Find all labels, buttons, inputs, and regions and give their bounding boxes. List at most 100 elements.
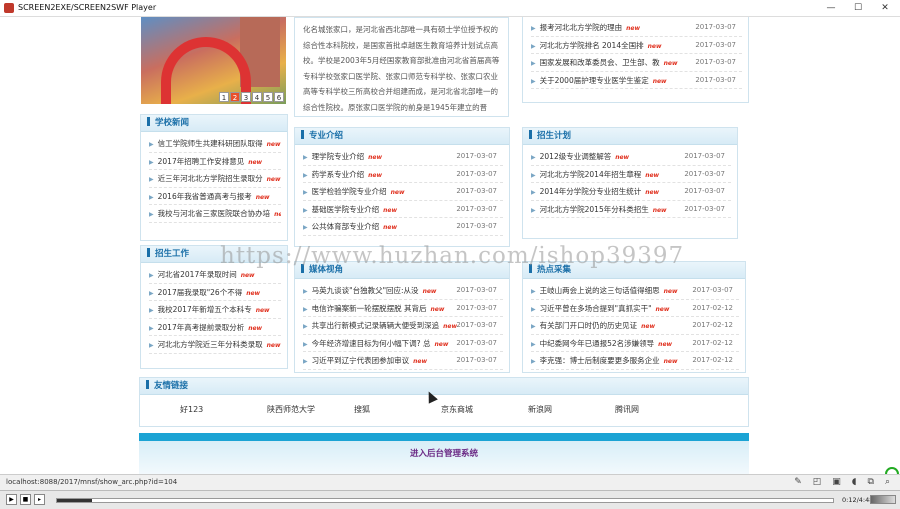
school-news-list: ▶ 信工学院师生共建科研团队取得 new ▶ 2017年招聘工作安排意见 new ▶ 近三年河… <box>141 132 287 223</box>
list-item[interactable]: ▶ 近三年河北北方学院招生录取分 new <box>149 170 281 188</box>
layout-icon[interactable]: ▣ <box>832 477 841 487</box>
friend-link[interactable]: 搜狐 <box>354 404 441 415</box>
audio-icon[interactable]: ◖ <box>852 477 857 487</box>
new-badge: new <box>430 305 445 313</box>
item-title[interactable]: 2012级专业调整解答 <box>540 152 612 161</box>
item-title[interactable]: 共享出行新模式记录辆辆大便受到深追 <box>312 321 440 330</box>
item-title[interactable]: 有关部门开口时仍的历史见证 <box>540 321 638 330</box>
item-title[interactable]: 中纪委网今年已通报52名涉嫌领导 <box>540 339 655 348</box>
progress-slider[interactable] <box>56 498 834 503</box>
list-item[interactable]: ▶ 我校2017年新增五个本科专 new <box>149 301 281 319</box>
item-title[interactable]: 医学检验学院专业介绍 <box>312 187 387 196</box>
item-title[interactable]: 基础医学院专业介绍 <box>312 205 380 214</box>
item-date: 2017-03-07 <box>456 222 497 230</box>
list-item[interactable]: ▶ 电信诈骗案新一轮摆脱摆脱 其背后 new 2017-03-07 <box>303 300 503 317</box>
item-title[interactable]: 药学系专业介绍 <box>312 170 365 179</box>
list-item[interactable]: ▶ 2017年招聘工作安排意见 new <box>149 153 281 170</box>
list-item[interactable]: ▶ 马英九谈谈"台独教父"回应:从没 new 2017-03-07 <box>303 282 503 300</box>
list-item[interactable]: ▶ 报考河北北方学院的理由 new 2017-03-07 <box>531 19 742 37</box>
camera-icon[interactable]: ◰ <box>813 477 822 487</box>
skip-icon[interactable]: ▸ <box>34 494 45 505</box>
list-item[interactable]: ▶ 我校与河北省三家医院联合协办培new <box>149 205 281 223</box>
slide-page-button[interactable]: 2 <box>230 92 240 102</box>
list-item[interactable]: ▶ 今年经济增速目标为何小幅下调? 总 new 2017-03-07 <box>303 335 503 352</box>
list-item[interactable]: ▶ 王岐山两会上说的这三句话值得细思 new 2017-03-07 <box>531 282 739 300</box>
list-item[interactable]: ▶ 有关部门开口时仍的历史见证 new 2017-02-12 <box>531 317 739 335</box>
campus-slideshow[interactable]: 123456 <box>141 17 286 104</box>
item-title[interactable]: 今年经济增速目标为何小幅下调? 总 <box>312 339 431 348</box>
item-title[interactable]: 王岐山两会上说的这三句话值得细思 <box>540 286 660 295</box>
list-item[interactable]: ▶ 公共体育部专业介绍 new 2017-03-07 <box>303 218 503 236</box>
item-title[interactable]: 2016年我省普通高考与报考 <box>158 192 252 201</box>
window-icon[interactable]: ⧉ <box>868 477 874 487</box>
item-title[interactable]: 2017届我录取"26个不得 <box>158 288 243 297</box>
list-item[interactable]: ▶ 理学院专业介绍 new 2017-03-07 <box>303 148 503 166</box>
slide-page-button[interactable]: 6 <box>274 92 284 102</box>
zoom-icon[interactable]: ⌕ <box>885 477 890 487</box>
minimize-button[interactable]: — <box>818 1 844 15</box>
friend-links-panel: 友情链接 好123 陕西师范大学 搜狐 京东商城 新浪网 腾讯网 <box>139 377 749 427</box>
item-title[interactable]: 国家发展和改革委员会、卫生部、教 <box>540 58 660 67</box>
item-date: 2017-03-07 <box>456 187 497 195</box>
list-item[interactable]: ▶ 河北北方学院排名 2014全国排 new 2017-03-07 <box>531 37 742 54</box>
list-item[interactable]: ▶ 共享出行新模式记录辆辆大便受到深追 new 2017-03-07 <box>303 317 503 335</box>
friend-link[interactable]: 腾讯网 <box>615 404 702 415</box>
slide-page-button[interactable]: 3 <box>241 92 251 102</box>
friend-link[interactable]: 京东商城 <box>441 404 528 415</box>
volume-slider[interactable] <box>870 495 896 504</box>
item-title[interactable]: 电信诈骗案新一轮摆脱摆脱 其背后 <box>312 304 427 313</box>
list-item[interactable]: ▶ 药学系专业介绍 new 2017-03-07 <box>303 166 503 183</box>
list-item[interactable]: ▶ 医学检验学院专业介绍 new 2017-03-07 <box>303 183 503 201</box>
admin-login-link[interactable]: 进入后台管理系统 <box>410 449 478 459</box>
close-button[interactable]: ✕ <box>872 1 898 15</box>
bullet-arrow-icon: ▶ <box>531 154 536 161</box>
item-title[interactable]: 河北北方学院2014年招生章程 <box>540 170 642 179</box>
list-item[interactable]: ▶ 2014年分学院分专业招生统计 new 2017-03-07 <box>531 183 731 201</box>
list-item[interactable]: ▶ 2017年高考提前录取分析 new <box>149 319 281 336</box>
item-title[interactable]: 公共体育部专业介绍 <box>312 222 380 231</box>
list-item[interactable]: ▶ 2012级专业调整解答 new 2017-03-07 <box>531 148 731 166</box>
item-title[interactable]: 2014年分学院分专业招生统计 <box>540 187 642 196</box>
stop-icon[interactable]: ■ <box>20 494 31 505</box>
friend-link[interactable]: 好123 <box>180 404 267 415</box>
item-title[interactable]: 近三年河北北方学院招生录取分 <box>158 174 263 183</box>
play-icon[interactable]: ▶ <box>6 494 17 505</box>
pin-icon[interactable]: ✎ <box>794 477 802 487</box>
item-title[interactable]: 2017年高考提前录取分析 <box>158 323 245 332</box>
list-item[interactable]: ▶ 河北北方学院2014年招生章程 new 2017-03-07 <box>531 166 731 183</box>
list-item[interactable]: ▶ 李克强：博士后制度要更多服务企业 new 2017-02-12 <box>531 352 739 370</box>
slide-page-button[interactable]: 5 <box>263 92 273 102</box>
item-title[interactable]: 习近平到辽宁代表团参加审议 <box>312 356 410 365</box>
item-title[interactable]: 理学院专业介绍 <box>312 152 365 161</box>
list-item[interactable]: ▶ 习近平到辽宁代表团参加审议 new 2017-03-07 <box>303 352 503 370</box>
friend-link[interactable]: 新浪网 <box>528 404 615 415</box>
item-title[interactable]: 河北省2017年录取时间 <box>158 270 237 279</box>
friend-link[interactable]: 陕西师范大学 <box>267 404 354 415</box>
item-title[interactable]: 习近平曾在多场合提到"真抓实干" <box>540 304 652 313</box>
list-item[interactable]: ▶ 2017届我录取"26个不得 new <box>149 284 281 301</box>
list-item[interactable]: ▶ 基础医学院专业介绍 new 2017-03-07 <box>303 201 503 218</box>
slide-page-button[interactable]: 4 <box>252 92 262 102</box>
slide-page-button[interactable]: 1 <box>219 92 229 102</box>
list-item[interactable]: ▶ 2016年我省普通高考与报考 new <box>149 188 281 205</box>
bullet-arrow-icon: ▶ <box>303 340 308 348</box>
item-title[interactable]: 2017年招聘工作安排意见 <box>158 157 245 166</box>
list-item[interactable]: ▶ 关于2000届护理专业医学生鉴定 new 2017-03-07 <box>531 72 742 89</box>
list-item[interactable]: ▶ 信工学院师生共建科研团队取得 new <box>149 135 281 153</box>
item-title[interactable]: 河北北方学院排名 2014全国排 <box>540 41 644 50</box>
item-title[interactable]: 河北北方学院2015年分科类招生 <box>540 205 649 214</box>
item-title[interactable]: 报考河北北方学院的理由 <box>540 23 623 32</box>
maximize-button[interactable]: ☐ <box>845 1 871 15</box>
item-title[interactable]: 我校2017年新增五个本科专 <box>158 305 252 314</box>
list-item[interactable]: ▶ 国家发展和改革委员会、卫生部、教 new 2017-03-07 <box>531 54 742 72</box>
item-title[interactable]: 马英九谈谈"台独教父"回应:从没 <box>312 286 419 295</box>
list-item[interactable]: ▶ 河北北方学院近三年分科类录取 new <box>149 336 281 354</box>
list-item[interactable]: ▶ 中纪委网今年已通报52名涉嫌领导 new 2017-02-12 <box>531 335 739 352</box>
item-title[interactable]: 李克强：博士后制度要更多服务企业 <box>540 356 660 365</box>
item-title[interactable]: 我校与河北省三家医院联合协办培 <box>158 209 271 218</box>
item-title[interactable]: 河北北方学院近三年分科类录取 <box>158 340 263 349</box>
item-title[interactable]: 信工学院师生共建科研团队取得 <box>158 139 263 148</box>
list-item[interactable]: ▶ 习近平曾在多场合提到"真抓实干" new 2017-02-12 <box>531 300 739 317</box>
item-title[interactable]: 关于2000届护理专业医学生鉴定 <box>540 76 649 85</box>
list-item[interactable]: ▶ 河北北方学院2015年分科类招生 new 2017-03-07 <box>531 201 731 218</box>
